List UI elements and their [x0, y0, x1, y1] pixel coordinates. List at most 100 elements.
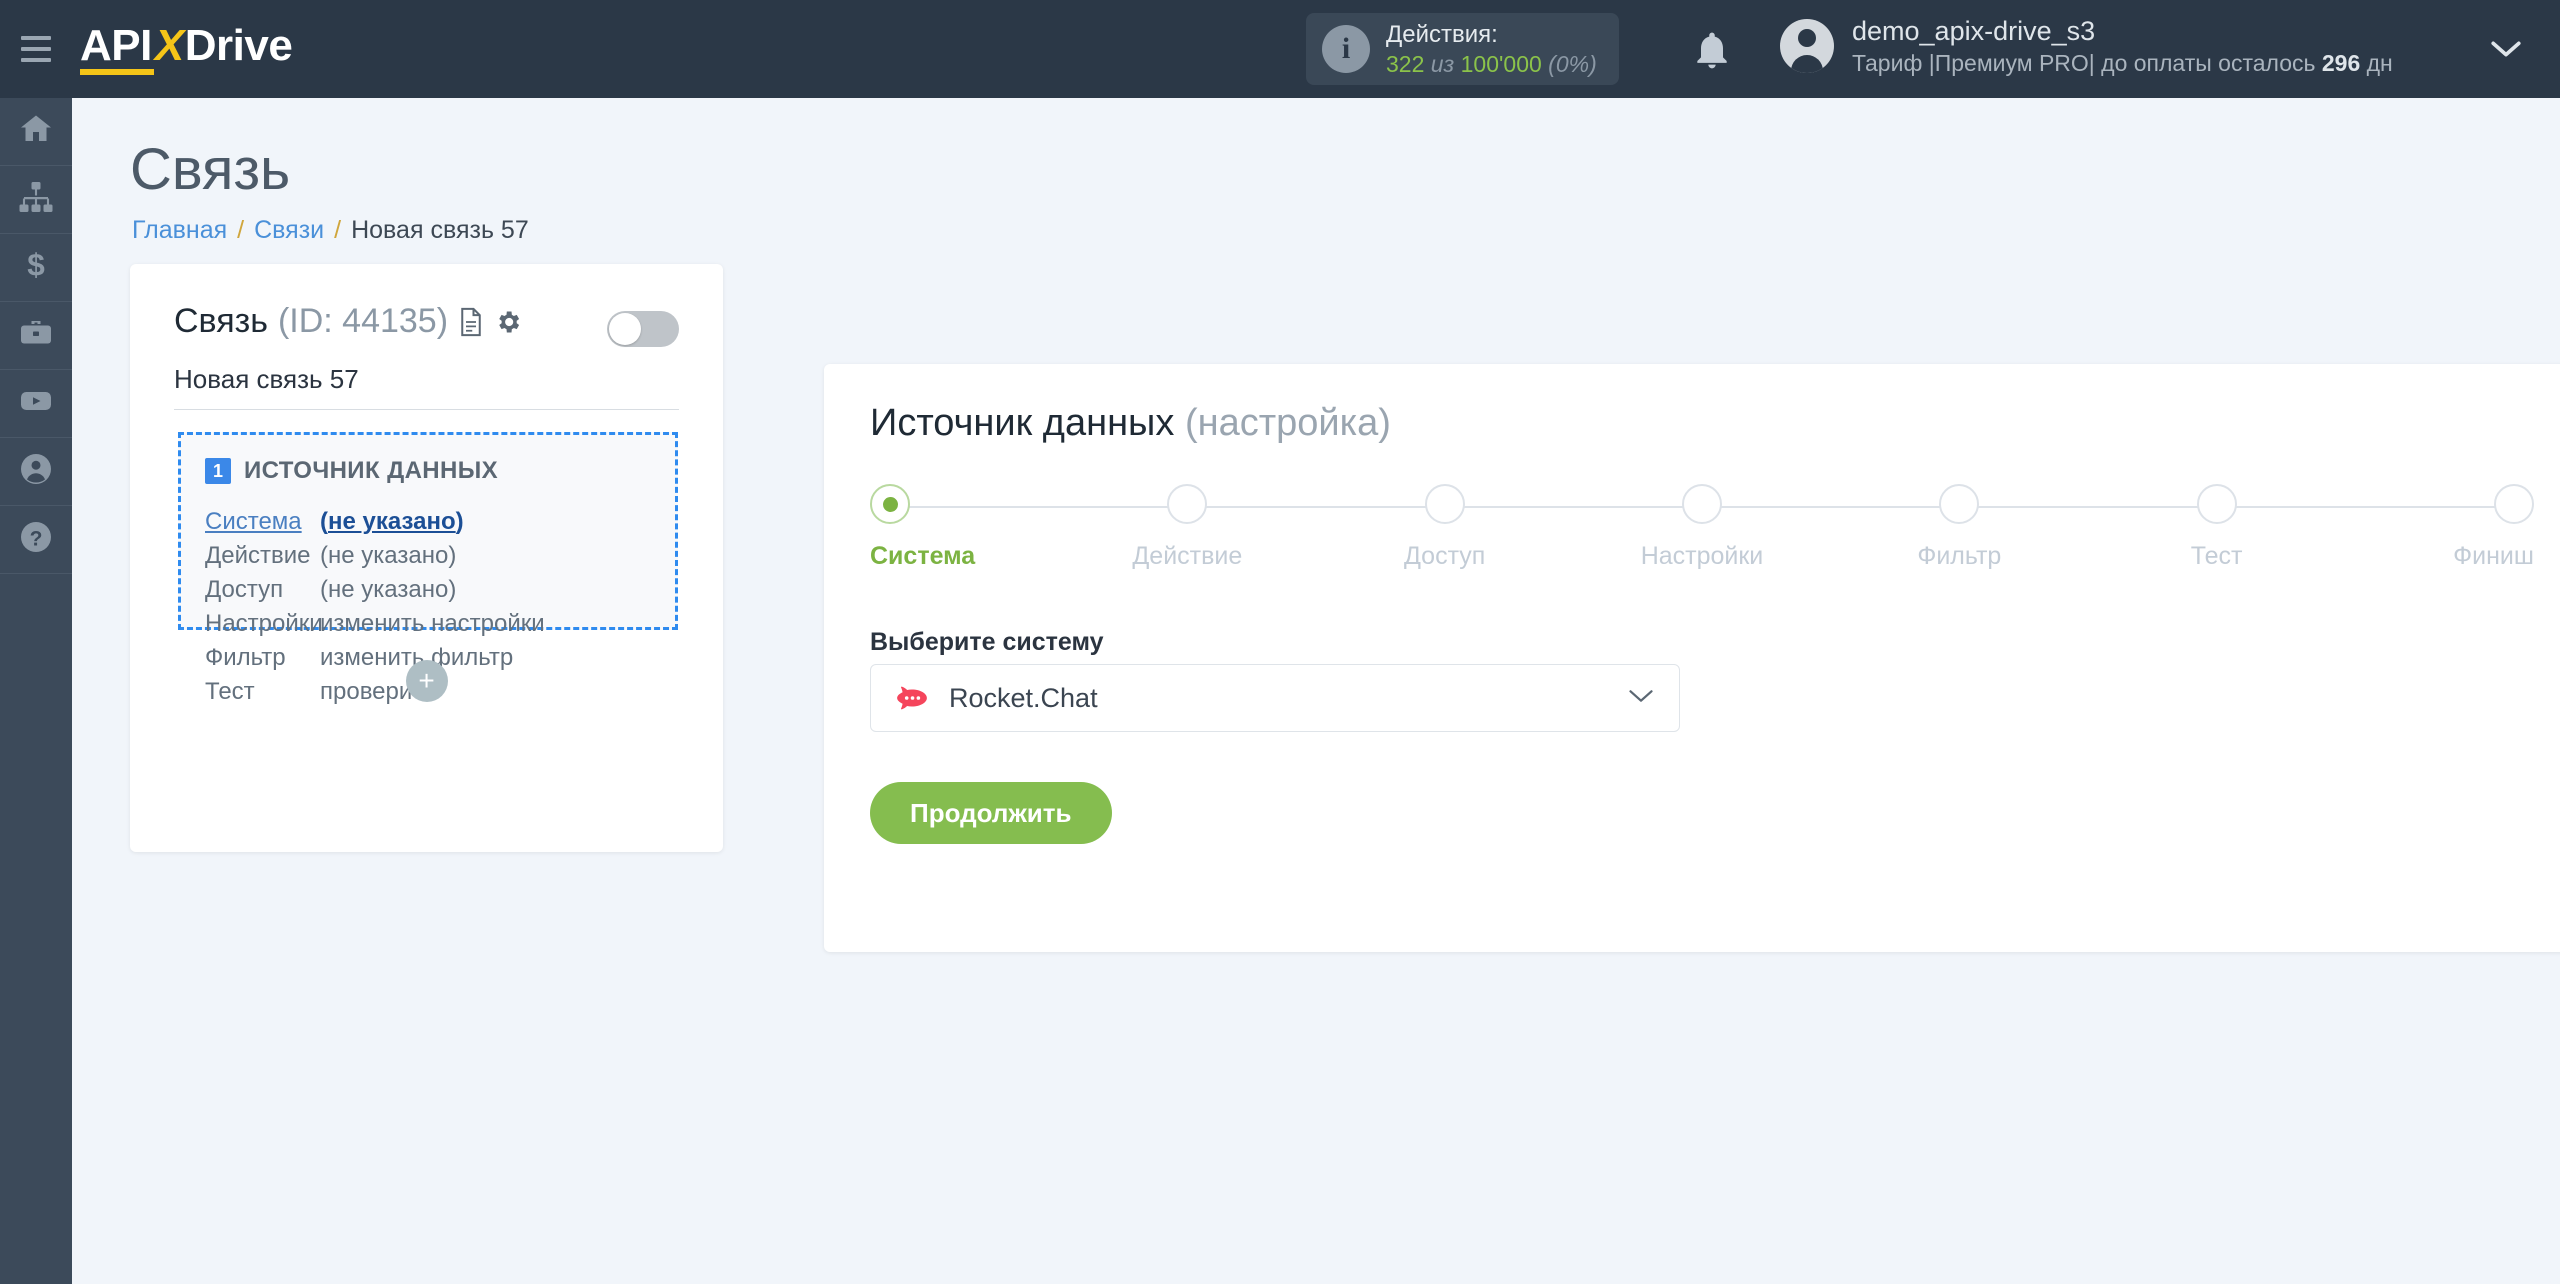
data-source-block[interactable]: 1 ИСТОЧНИК ДАННЫХ Система (не указано) Д…	[178, 432, 678, 705]
step-action-dot	[1167, 484, 1208, 524]
user-circle-icon	[18, 451, 54, 492]
sidebar-item-business[interactable]	[0, 302, 72, 370]
actions-quota-badge[interactable]: i Действия: 322 из 100'000 (0%)	[1306, 13, 1619, 85]
row-settings-value: изменить настройки	[320, 610, 545, 637]
row-system-value[interactable]: (не указано)	[320, 505, 464, 539]
gear-icon[interactable]	[494, 308, 522, 336]
step-action[interactable]: Действие	[1127, 484, 1247, 571]
breadcrumb-current: Новая связь 57	[351, 216, 529, 244]
row-access[interactable]: Доступ (не указано)	[205, 573, 675, 607]
sidebar-item-help[interactable]: ?	[0, 506, 72, 574]
setup-panel-title-main: Источник данных	[870, 402, 1175, 444]
actions-percent: (0%)	[1548, 50, 1597, 77]
connection-card-header: Связь (ID: 44135)	[174, 302, 522, 341]
connection-card-title: Связь	[174, 302, 268, 340]
step-number-badge: 1	[205, 458, 231, 484]
step-test-dot	[2196, 484, 2237, 524]
user-info: demo_apix-drive_s3 Тариф |Премиум PRO| д…	[1852, 14, 2393, 79]
main-content: Связь Главная / Связи / Новая связь 57 Связь…	[72, 98, 2560, 1284]
step-system-dot	[870, 484, 910, 524]
row-settings-key: Настройки	[205, 610, 323, 637]
row-settings[interactable]: Настройки изменить настройки	[205, 607, 675, 641]
connection-name-input[interactable]	[174, 364, 679, 410]
page-title: Связь	[130, 137, 291, 202]
data-source-block-label: ИСТОЧНИК ДАННЫХ	[244, 457, 499, 484]
connection-card-id: (ID: 44135)	[277, 302, 449, 340]
logo-api-text: API	[80, 21, 154, 75]
row-action-value: (не указано)	[320, 542, 457, 569]
step-finish-dot	[2493, 484, 2534, 524]
user-plan-suffix: дн	[2360, 50, 2393, 77]
step-access-label: Доступ	[1403, 542, 1486, 570]
step-test-label: Тест	[2190, 542, 2243, 570]
row-system-key[interactable]: Система	[205, 505, 320, 539]
user-plan-prefix: Тариф |Премиум PRO| до оплаты осталось	[1852, 50, 2322, 77]
continue-button[interactable]: Продолжить	[870, 782, 1112, 844]
setup-panel: Источник данных (настройка) Система Дейс…	[824, 364, 2560, 952]
svg-text:?: ?	[30, 527, 43, 550]
row-system[interactable]: Система (не указано)	[205, 505, 675, 539]
row-action-key: Действие	[205, 542, 311, 569]
dollar-icon: $	[18, 247, 54, 288]
breadcrumb-section[interactable]: Связи	[254, 216, 324, 244]
user-plan-days: 296	[2321, 50, 2361, 77]
step-test[interactable]: Тест	[2157, 484, 2277, 571]
user-menu[interactable]: demo_apix-drive_s3 Тариф |Премиум PRO| д…	[1780, 14, 2393, 79]
add-block-button[interactable]: +	[405, 660, 448, 702]
chevron-down-icon[interactable]	[2489, 38, 2523, 65]
step-settings-label: Настройки	[1640, 542, 1764, 570]
step-settings-dot	[1681, 484, 1722, 524]
hamburger-icon[interactable]	[0, 0, 72, 98]
actions-quota-title: Действия:	[1386, 20, 1498, 48]
row-access-value: (не указано)	[320, 576, 457, 603]
question-circle-icon: ?	[18, 519, 54, 560]
step-access[interactable]: Доступ	[1385, 484, 1505, 571]
step-filter[interactable]: Фильтр	[1899, 484, 2019, 571]
breadcrumb-home[interactable]: Главная	[132, 216, 227, 244]
info-icon: i	[1322, 25, 1370, 73]
setup-panel-title-muted: (настройка)	[1184, 402, 1391, 444]
row-access-key: Доступ	[205, 576, 284, 603]
user-avatar-icon	[1780, 19, 1834, 74]
step-finish-label: Финиш	[2453, 542, 2534, 570]
step-filter-dot	[1939, 484, 1980, 524]
sidebar-item-home[interactable]	[0, 98, 72, 166]
actions-used: 322	[1386, 50, 1425, 77]
setup-stepper: Система Действие Доступ Настройки Фильтр	[870, 484, 2534, 594]
chevron-down-icon[interactable]	[1627, 687, 1655, 710]
setup-panel-title: Источник данных (настройка)	[870, 402, 1391, 445]
user-plan: Тариф |Премиум PRO| до оплаты осталось 2…	[1852, 49, 2393, 79]
step-system-label: Система	[870, 542, 976, 570]
rocketchat-icon	[895, 681, 929, 715]
logo-drive-text: Drive	[184, 21, 293, 70]
youtube-icon	[18, 383, 54, 424]
step-filter-label: Фильтр	[1917, 542, 2002, 570]
data-source-block-header: 1 ИСТОЧНИК ДАННЫХ	[205, 457, 675, 485]
actions-total: 100'000	[1460, 50, 1542, 77]
step-action-label: Действие	[1132, 542, 1243, 570]
bell-icon[interactable]	[1690, 28, 1734, 72]
home-icon	[18, 111, 54, 152]
step-finish[interactable]: Финиш	[2414, 484, 2534, 571]
top-bar: API X Drive i Действия: 322 из 100'000 (0%…	[0, 0, 2560, 98]
step-settings[interactable]: Настройки	[1640, 484, 1764, 571]
sidebar-item-billing[interactable]: $	[0, 234, 72, 302]
system-select-value: Rocket.Chat	[949, 682, 1098, 713]
connection-enable-toggle[interactable]	[607, 311, 679, 347]
step-system[interactable]: Система	[870, 484, 990, 571]
actions-of-word: из	[1430, 50, 1455, 77]
sidebar-item-video[interactable]	[0, 370, 72, 438]
user-name: demo_apix-drive_s3	[1852, 16, 2096, 46]
breadcrumb-separator-1: /	[237, 216, 245, 244]
actions-quota-text: Действия: 322 из 100'000 (0%)	[1386, 20, 1597, 79]
briefcase-icon	[18, 315, 54, 356]
left-sidebar: $ ?	[0, 98, 72, 1284]
app-logo[interactable]: API X Drive	[80, 21, 293, 77]
logo-x-text: X	[154, 21, 184, 70]
breadcrumb: Главная / Связи / Новая связь 57	[132, 216, 529, 245]
system-select[interactable]: Rocket.Chat	[870, 664, 1680, 732]
document-icon[interactable]	[458, 307, 484, 337]
sidebar-item-connections[interactable]	[0, 166, 72, 234]
sidebar-item-account[interactable]	[0, 438, 72, 506]
row-action[interactable]: Действие (не указано)	[205, 539, 675, 573]
